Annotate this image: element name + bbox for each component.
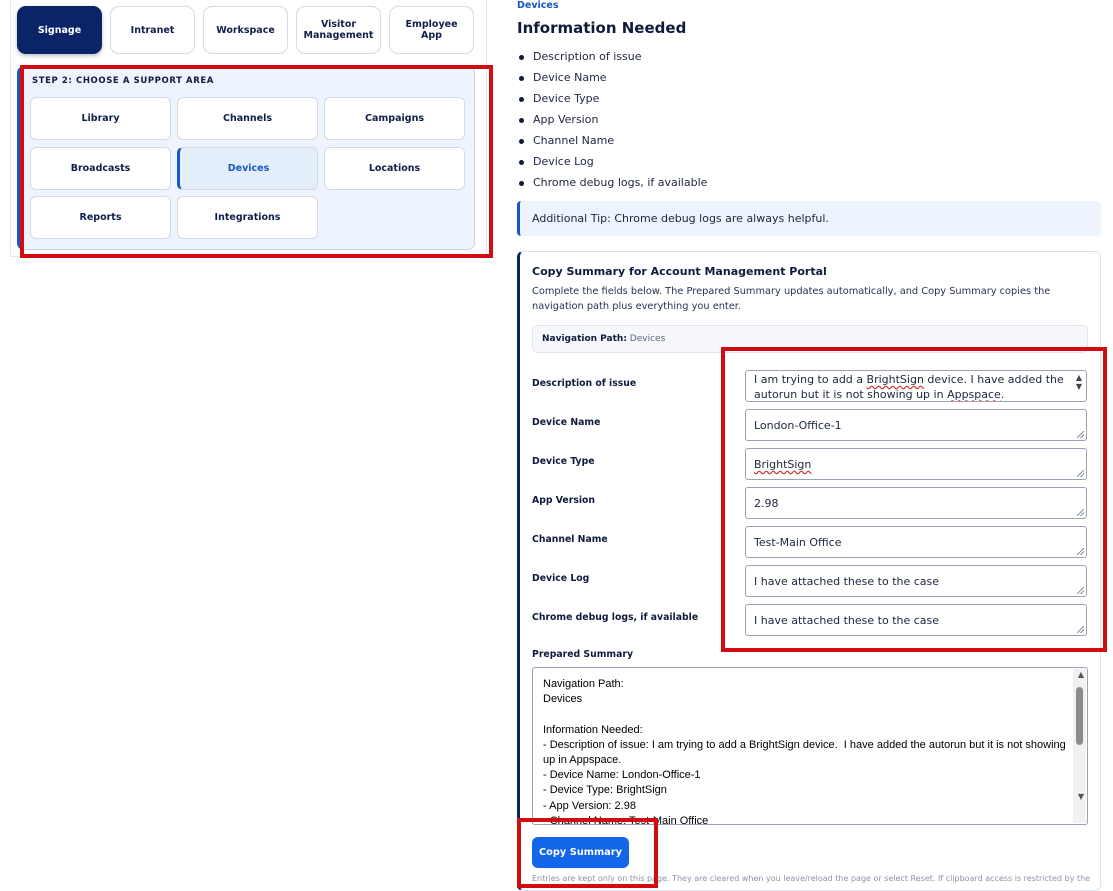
spin-up-icon[interactable]: ▲ bbox=[1074, 373, 1084, 382]
device-type-label: Device Type bbox=[532, 456, 595, 467]
copy-card-title: Copy Summary for Account Management Port… bbox=[532, 265, 827, 278]
chrome-logs-label: Chrome debug logs, if available bbox=[532, 612, 699, 623]
prepared-summary-textarea[interactable]: Navigation Path: Devices Information Nee… bbox=[532, 667, 1088, 825]
list-item: App Version bbox=[517, 111, 707, 132]
info-list: Description of issue Device Name Device … bbox=[517, 48, 707, 195]
area-campaigns[interactable]: Campaigns bbox=[324, 97, 465, 140]
description-text-a: I am trying to add a bbox=[754, 373, 867, 386]
nav-path-label: Navigation Path: bbox=[542, 334, 627, 344]
channel-name-field[interactable]: Test-Main Office bbox=[745, 526, 1087, 558]
tab-employee-app[interactable]: Employee App bbox=[389, 6, 474, 54]
tip-callout: Additional Tip: Chrome debug logs are al… bbox=[517, 201, 1101, 236]
channel-name-label: Channel Name bbox=[532, 534, 608, 545]
chrome-logs-field[interactable]: I have attached these to the case bbox=[745, 604, 1087, 636]
copy-summary-button[interactable]: Copy Summary bbox=[532, 837, 629, 868]
list-item: Device Type bbox=[517, 90, 707, 111]
description-text-d: Appspace bbox=[947, 387, 1001, 401]
device-type-value: BrightSign bbox=[754, 458, 812, 471]
list-item: Description of issue bbox=[517, 48, 707, 69]
device-type-field[interactable]: BrightSign bbox=[745, 448, 1087, 480]
tab-visitor-management[interactable]: Visitor Management bbox=[296, 6, 381, 54]
device-log-label: Device Log bbox=[532, 573, 590, 584]
nav-path-value: Devices bbox=[629, 334, 666, 344]
list-item: Chrome debug logs, if available bbox=[517, 174, 707, 195]
area-integrations[interactable]: Integrations bbox=[177, 196, 318, 239]
copy-card-description: Complete the fields below. The Prepared … bbox=[532, 286, 1051, 312]
area-channels[interactable]: Channels bbox=[177, 97, 318, 140]
description-label: Description of issue bbox=[532, 378, 637, 389]
prepared-summary-label: Prepared Summary bbox=[532, 649, 634, 660]
description-text-e: . bbox=[1000, 387, 1005, 401]
scroll-up-icon[interactable]: ▲ bbox=[1078, 670, 1084, 679]
list-item: Channel Name bbox=[517, 132, 707, 153]
app-version-field[interactable]: 2.98 bbox=[745, 487, 1087, 519]
area-library[interactable]: Library bbox=[30, 97, 171, 140]
device-log-field[interactable]: I have attached these to the case bbox=[745, 565, 1087, 597]
area-devices[interactable]: Devices bbox=[177, 147, 318, 190]
tab-signage[interactable]: Signage bbox=[17, 6, 102, 54]
area-reports[interactable]: Reports bbox=[30, 196, 171, 239]
description-text-b: BrightSign bbox=[866, 373, 924, 386]
list-item: Device Log bbox=[517, 153, 707, 174]
breadcrumb[interactable]: Devices bbox=[517, 0, 559, 11]
description-textarea[interactable]: I am trying to add a BrightSign device. … bbox=[745, 370, 1087, 402]
device-name-field[interactable]: London-Office-1 bbox=[745, 409, 1087, 441]
scroll-down-icon[interactable]: ▼ bbox=[1078, 792, 1084, 801]
spin-down-icon[interactable]: ▼ bbox=[1074, 382, 1084, 391]
device-name-label: Device Name bbox=[532, 417, 601, 428]
tab-intranet[interactable]: Intranet bbox=[110, 6, 195, 54]
tab-workspace[interactable]: Workspace bbox=[203, 6, 288, 54]
scrollbar-thumb[interactable] bbox=[1076, 687, 1083, 745]
info-heading: Information Needed bbox=[517, 19, 687, 37]
area-broadcasts[interactable]: Broadcasts bbox=[30, 147, 171, 190]
step-title: STEP 2: CHOOSE A SUPPORT AREA bbox=[32, 76, 214, 86]
app-version-label: App Version bbox=[532, 495, 596, 506]
list-item: Device Name bbox=[517, 69, 707, 90]
area-locations[interactable]: Locations bbox=[324, 147, 465, 190]
navigation-path: Navigation Path: Devices bbox=[532, 325, 1088, 353]
footnote: Entries are kept only on this page. They… bbox=[532, 874, 1091, 883]
prepared-summary-text: Navigation Path: Devices Information Nee… bbox=[543, 678, 1066, 825]
textarea-spinner[interactable]: ▲ ▼ bbox=[1074, 373, 1084, 391]
